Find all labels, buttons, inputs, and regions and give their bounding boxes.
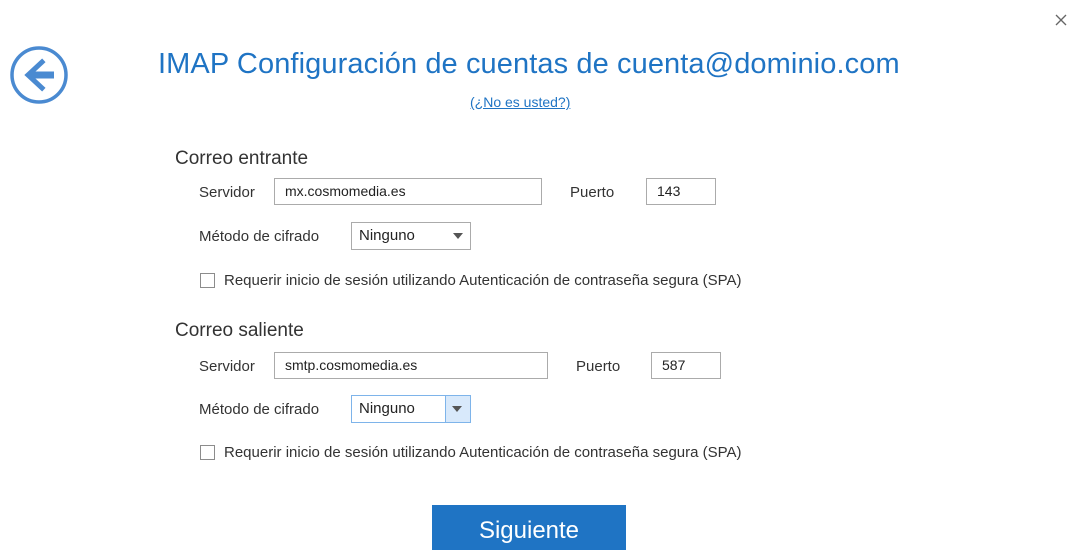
back-arrow-icon <box>10 46 68 104</box>
outgoing-spa-label[interactable]: Requerir inicio de sesión utilizando Aut… <box>224 444 742 461</box>
next-button[interactable]: Siguiente <box>432 505 626 550</box>
outgoing-port-input[interactable]: 587 <box>651 352 721 379</box>
incoming-encryption-label: Método de cifrado <box>199 228 320 245</box>
incoming-encryption-dropdown-button[interactable] <box>446 223 470 249</box>
incoming-spa-checkbox[interactable] <box>200 273 215 288</box>
chevron-down-icon <box>453 233 463 239</box>
outgoing-encryption-label: Método de cifrado <box>199 401 320 418</box>
outgoing-encryption-value: Ninguno <box>359 400 415 417</box>
outgoing-server-label: Servidor <box>199 358 255 375</box>
account-settings-dialog: IMAP Configuración de cuentas de cuenta@… <box>0 0 1074 550</box>
incoming-server-input[interactable]: mx.cosmomedia.es <box>274 178 542 205</box>
incoming-server-label: Servidor <box>199 184 255 201</box>
close-button[interactable] <box>1053 12 1069 28</box>
outgoing-section-title: Correo saliente <box>175 320 304 341</box>
outgoing-port-label: Puerto <box>576 358 621 375</box>
outgoing-encryption-dropdown-button[interactable] <box>445 396 470 422</box>
back-button[interactable] <box>9 45 69 105</box>
incoming-section-title: Correo entrante <box>175 148 309 169</box>
page-title: IMAP Configuración de cuentas de cuenta@… <box>158 48 900 80</box>
incoming-port-input[interactable]: 143 <box>646 178 716 205</box>
not-you-link[interactable]: (¿No es usted?) <box>470 94 570 110</box>
chevron-down-icon <box>452 406 462 412</box>
incoming-port-label: Puerto <box>570 184 615 201</box>
close-icon <box>1055 14 1067 26</box>
incoming-spa-label[interactable]: Requerir inicio de sesión utilizando Aut… <box>224 272 742 289</box>
incoming-encryption-value: Ninguno <box>359 227 415 244</box>
outgoing-server-input[interactable]: smtp.cosmomedia.es <box>274 352 548 379</box>
incoming-encryption-select[interactable]: Ninguno <box>351 222 471 250</box>
outgoing-spa-checkbox[interactable] <box>200 445 215 460</box>
outgoing-encryption-select[interactable]: Ninguno <box>351 395 471 423</box>
